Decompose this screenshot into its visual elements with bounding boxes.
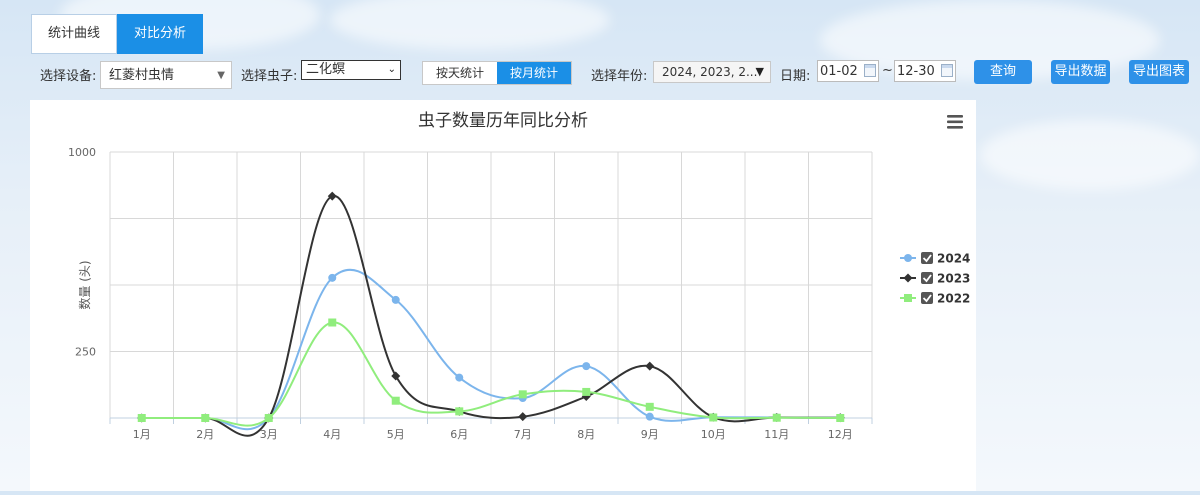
- legend-checkbox-icon[interactable]: [921, 252, 933, 264]
- hamburger-menu-icon[interactable]: [944, 112, 966, 132]
- mode-by-month[interactable]: 按月统计: [497, 62, 572, 84]
- view-tabs: 统计曲线 对比分析: [31, 14, 204, 54]
- data-point-2022: [201, 414, 210, 422]
- data-point-2022: [391, 396, 400, 405]
- chart-legend: 2024 2023 2022: [900, 252, 970, 306]
- pest-select[interactable]: 二化螟 ⌄: [301, 60, 401, 80]
- chart-grid: [109, 151, 873, 419]
- y-axis-ticks: 1000 250: [68, 146, 96, 359]
- date-to-value: 12-30: [897, 64, 935, 79]
- legend-label: 2024: [937, 252, 970, 266]
- legend-checkbox-icon[interactable]: [921, 292, 933, 304]
- y-axis-label: 数量 (头): [77, 260, 92, 309]
- legend-label: 2022: [937, 292, 970, 306]
- background-cloud: [330, 0, 610, 50]
- x-tick-label: 5月: [387, 428, 405, 441]
- data-point-2022: [645, 402, 654, 411]
- data-point-2022: [264, 414, 273, 422]
- x-tick-label: 1月: [133, 428, 151, 441]
- x-tick-label: 6月: [450, 428, 468, 441]
- data-point-2023: [645, 361, 655, 371]
- x-tick-label: 2月: [196, 428, 214, 441]
- tab-stat-curve[interactable]: 统计曲线: [31, 14, 118, 54]
- data-point-2024: [391, 295, 400, 304]
- legend-checkbox-icon[interactable]: [921, 272, 933, 284]
- data-point-2022: [709, 413, 718, 422]
- device-label: 选择设备:: [40, 69, 97, 84]
- data-point-2022: [328, 318, 337, 327]
- comparison-line-chart: 虫子数量历年同比分析 数量 (头) 1000 250 1月 2月 3月 4月 5月 6月 7月…: [68, 111, 970, 441]
- date-separator: ~: [882, 63, 893, 78]
- x-tick-label: 3月: [260, 428, 278, 441]
- data-point-2024: [455, 373, 464, 382]
- legend-marker: [903, 273, 913, 283]
- chevron-down-icon: ▼: [755, 65, 764, 78]
- chart-title: 虫子数量历年同比分析: [418, 111, 588, 131]
- checkbox-box: [921, 292, 933, 304]
- export-data-button[interactable]: 导出数据: [1051, 60, 1110, 84]
- chevron-down-icon: ⌄: [387, 64, 396, 75]
- stat-mode-toggle: 按天统计 按月统计: [422, 61, 573, 85]
- device-select-value: 红菱村虫情: [109, 68, 175, 83]
- x-tick-label: 9月: [641, 428, 659, 441]
- x-tick-label: 10月: [701, 428, 726, 441]
- data-point-2022: [518, 390, 527, 399]
- date-label: 日期:: [780, 69, 811, 84]
- year-label: 选择年份:: [591, 69, 648, 84]
- chart-panel: 虫子数量历年同比分析 数量 (头) 1000 250 1月 2月 3月 4月 5月 6月 7月…: [30, 100, 976, 491]
- device-select[interactable]: 红菱村虫情 ▼: [100, 61, 232, 89]
- data-point-2022: [582, 387, 591, 396]
- x-tick-label: 12月: [828, 428, 853, 441]
- mode-by-day[interactable]: 按天统计: [423, 62, 497, 84]
- export-chart-button[interactable]: 导出图表: [1129, 60, 1189, 84]
- data-point-2022: [455, 407, 464, 416]
- checkbox-box: [921, 272, 933, 284]
- legend-item-2024[interactable]: 2024: [900, 252, 970, 266]
- y-tick-label: 250: [75, 346, 96, 359]
- data-point-2022: [772, 413, 781, 422]
- x-tick-label: 8月: [577, 428, 595, 441]
- x-tick-label: 4月: [323, 428, 341, 441]
- chevron-down-icon: ▼: [217, 70, 225, 81]
- pest-select-value: 二化螟: [306, 62, 346, 77]
- date-to-input[interactable]: 12-30: [894, 60, 956, 82]
- legend-item-2023[interactable]: 2023: [900, 272, 970, 286]
- data-point-2022: [836, 414, 845, 422]
- pest-label: 选择虫子:: [241, 69, 298, 84]
- date-from-input[interactable]: 01-02: [817, 60, 879, 82]
- tab-compare-analysis[interactable]: 对比分析: [117, 14, 204, 54]
- calendar-icon[interactable]: [864, 64, 876, 77]
- x-tick-label: 11月: [764, 428, 789, 441]
- background-cloud: [980, 120, 1200, 190]
- year-select-value: 2024, 2023, 2...: [662, 65, 758, 79]
- data-point-2024: [645, 412, 654, 421]
- legend-label: 2023: [937, 272, 970, 286]
- filter-toolbar: 选择设备: 红菱村虫情 ▼ 选择虫子: 二化螟 ⌄ 按天统计 按月统计 选择年份…: [0, 60, 1200, 90]
- data-point-2022: [137, 414, 146, 422]
- query-button[interactable]: 查询: [974, 60, 1032, 84]
- x-tick-label: 7月: [514, 428, 532, 441]
- legend-marker: [904, 294, 912, 302]
- checkbox-box: [921, 252, 933, 264]
- legend-item-2022[interactable]: 2022: [900, 292, 970, 306]
- year-select[interactable]: 2024, 2023, 2... ▼: [653, 61, 771, 83]
- data-point-2024: [582, 362, 591, 371]
- data-point-2023: [391, 371, 401, 381]
- calendar-icon[interactable]: [941, 64, 953, 77]
- legend-marker: [904, 254, 912, 262]
- data-point-2024: [328, 273, 337, 282]
- y-tick-label: 1000: [68, 146, 96, 159]
- date-from-value: 01-02: [820, 64, 858, 79]
- data-point-2023: [518, 412, 528, 422]
